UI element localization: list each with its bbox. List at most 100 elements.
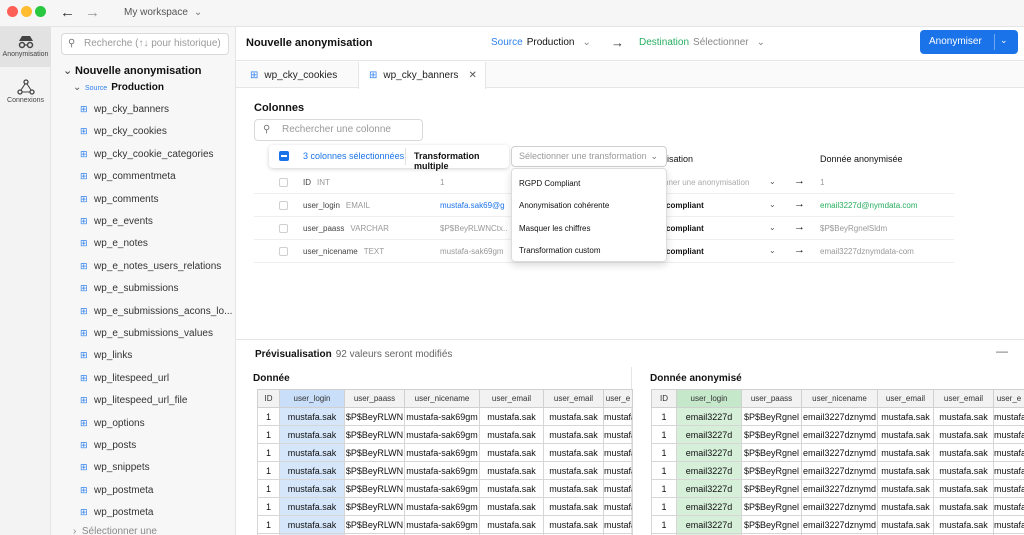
arrow-right-icon: → xyxy=(794,198,805,210)
grid-header-cell[interactable]: user_nicename xyxy=(404,389,480,408)
sidebar-table-item[interactable]: ⊞ wp_e_submissions_values xyxy=(80,328,213,339)
grid-cell: email3227dznymd xyxy=(801,425,878,444)
sidebar-search-input[interactable]: ⚲ Recherche (↑↓ pour historique) xyxy=(61,33,229,55)
sidebar-table-item[interactable]: ⊞ wp_cky_banners xyxy=(80,104,169,115)
tab-wp-cky-cookies[interactable]: ⊞ wp_cky_cookies xyxy=(250,62,360,88)
close-window-button[interactable] xyxy=(7,6,18,17)
chevron-down-icon[interactable]: ⌄ xyxy=(769,246,776,255)
sidebar-table-item[interactable]: ⊞ wp_e_submissions xyxy=(80,283,179,294)
table-icon: ⊞ xyxy=(80,126,88,137)
sidebar-table-item[interactable]: ⊞ wp_links xyxy=(80,350,132,361)
sidebar-table-item[interactable]: ⊞ wp_postmeta xyxy=(80,507,153,518)
sidebar-table-item[interactable]: ⊞ wp_cky_cookies xyxy=(80,126,167,137)
columns-title: Colonnes xyxy=(254,102,305,114)
grid-header-cell[interactable]: user_paass xyxy=(344,389,405,408)
grid-cell: mustafa.sak xyxy=(543,497,604,516)
source-name: Production xyxy=(111,82,164,93)
chevron-down-icon[interactable]: ⌄ xyxy=(1000,35,1008,46)
sidebar-table-item[interactable]: ⊞ wp_commentmeta xyxy=(80,171,176,182)
table-row: 1email3227d$P$BeyRgnelemail3227dznymdmus… xyxy=(651,407,1024,426)
destination-selector[interactable]: Destination Sélectionner ⌄ xyxy=(639,37,765,48)
back-arrow-icon[interactable]: ← xyxy=(60,4,75,21)
workspace-selector[interactable]: My workspace ⌄ xyxy=(124,7,202,18)
grid-header-cell[interactable]: user_email xyxy=(479,389,544,408)
grid-header-cell[interactable]: user_email xyxy=(543,389,604,408)
close-icon[interactable]: ✕ xyxy=(468,70,476,81)
sidebar-table-item[interactable]: ⊞ wp_options xyxy=(80,418,145,429)
sidebar-table-item[interactable]: ⊞ wp_litespeed_url_file xyxy=(80,395,187,406)
dropdown-option-masquer[interactable]: Masquer les chiffres xyxy=(519,224,590,233)
source-selector[interactable]: Source Production ⌄ xyxy=(491,37,591,48)
grid-cell: mustafa.sak xyxy=(543,479,604,498)
sidebar-table-item[interactable]: ⊞ wp_comments xyxy=(80,194,158,205)
column-transform-select[interactable]: nner une anonymisation xyxy=(664,178,749,187)
sidebar-table-item[interactable]: ⊞ wp_e_notes xyxy=(80,238,148,249)
grid-header-cell[interactable]: ID xyxy=(651,389,677,408)
grid-cell: mustafa xyxy=(603,443,633,462)
bulk-action-bar: 3 colonnes sélectionnées Transformation … xyxy=(269,145,509,171)
column-transform-select[interactable]: compliant xyxy=(666,201,704,210)
grid-header-cell[interactable]: user_email xyxy=(933,389,994,408)
table-row: 1mustafa.sak$P$BeyRLWNmustafa-sak69gmmus… xyxy=(257,407,633,426)
table-row: 1email3227d$P$BeyRgnelemail3227dznymdmus… xyxy=(651,443,1024,462)
column-type: EMAIL xyxy=(345,201,370,210)
column-search-input[interactable]: ⚲ Rechercher une colonne xyxy=(254,119,423,141)
column-type: TEXT xyxy=(363,247,385,256)
row-checkbox[interactable] xyxy=(279,201,288,210)
sidebar-table-item[interactable]: ⊞ wp_snippets xyxy=(80,462,150,473)
grid-cell: mustafa.sak xyxy=(877,497,934,516)
rail-label-anonymisation: Anonymisation xyxy=(2,51,49,58)
dropdown-option-rgpd[interactable]: RGPD Compliant xyxy=(519,179,580,188)
tree-source-production[interactable]: ⌄ Source Production xyxy=(73,82,164,93)
grid-cell: email3227dznymd xyxy=(801,497,878,516)
sidebar-table-item[interactable]: ⊞ wp_e_submissions_acons_lo... xyxy=(80,306,232,317)
column-transform-select[interactable]: compliant xyxy=(666,247,704,256)
select-all-checkbox[interactable] xyxy=(279,151,289,161)
grid-header-cell[interactable]: user_paass xyxy=(741,389,802,408)
tab-wp-cky-banners[interactable]: ⊞ wp_cky_banners ✕ xyxy=(358,62,486,89)
dropdown-option-custom[interactable]: Transformation custom xyxy=(519,246,601,255)
grid-cell: mustafa.sak xyxy=(279,497,345,516)
sidebar-table-label: wp_links xyxy=(94,350,133,362)
grid-header-cell[interactable]: user_e xyxy=(993,389,1024,408)
selected-count[interactable]: 3 colonnes sélectionnées xyxy=(303,151,404,161)
chevron-down-icon[interactable]: ⌄ xyxy=(769,223,776,232)
grid-cell: $P$BeyRgnel xyxy=(741,497,802,516)
tree-select-more[interactable]: › Sélectionner une xyxy=(73,526,157,535)
chevron-down-icon[interactable]: ⌄ xyxy=(769,177,776,186)
anonymiser-button[interactable]: Anonymiser ⌄ xyxy=(920,30,1018,54)
grid-cell: email3227d xyxy=(676,461,742,480)
forward-arrow-icon[interactable]: → xyxy=(85,4,100,21)
grid-header-cell[interactable]: user_nicename xyxy=(801,389,878,408)
minimize-window-button[interactable] xyxy=(21,6,32,17)
dropdown-option-coherente[interactable]: Anonymisation cohérente xyxy=(519,201,609,210)
bulk-transform-label: Transformation multiple xyxy=(414,151,480,171)
zoom-window-button[interactable] xyxy=(35,6,46,17)
sidebar-table-item[interactable]: ⊞ wp_e_notes_users_relations xyxy=(80,261,221,272)
sidebar-table-item[interactable]: ⊞ wp_postmeta xyxy=(80,485,153,496)
transformation-select[interactable]: Sélectionner une transformation ⌄ xyxy=(511,146,667,167)
column-transform-select[interactable]: compliant xyxy=(666,224,704,233)
grid-cell: mustafa.sak xyxy=(877,443,934,462)
row-checkbox[interactable] xyxy=(279,247,288,256)
grid-header-cell[interactable]: ID xyxy=(257,389,280,408)
minimize-icon[interactable]: — xyxy=(996,344,1008,358)
sidebar-table-item[interactable]: ⊞ wp_e_events xyxy=(80,216,153,227)
rail-item-anonymisation[interactable]: Anonymisation xyxy=(0,27,51,67)
search-icon: ⚲ xyxy=(68,38,76,49)
tree-root-anonymisation[interactable]: ⌄ Nouvelle anonymisation xyxy=(63,64,202,77)
tab-label: wp_cky_cookies xyxy=(264,70,338,81)
grid-header-cell[interactable]: user_email xyxy=(877,389,934,408)
grid-header-cell[interactable]: user_e xyxy=(603,389,633,408)
sidebar-table-item[interactable]: ⊞ wp_posts xyxy=(80,440,136,451)
sidebar-table-item[interactable]: ⊞ wp_cky_cookie_categories xyxy=(80,149,214,160)
row-checkbox[interactable] xyxy=(279,178,288,187)
row-checkbox[interactable] xyxy=(279,224,288,233)
grid-header-cell[interactable]: user_login xyxy=(279,389,345,408)
chevron-down-icon[interactable]: ⌄ xyxy=(769,200,776,209)
arrow-right-icon: → xyxy=(611,35,624,50)
rail-item-connexions[interactable]: Connexions xyxy=(0,75,51,111)
sidebar-table-item[interactable]: ⊞ wp_litespeed_url xyxy=(80,373,169,384)
grid-cell: email3227dznymd xyxy=(801,461,878,480)
grid-header-cell[interactable]: user_login xyxy=(676,389,742,408)
